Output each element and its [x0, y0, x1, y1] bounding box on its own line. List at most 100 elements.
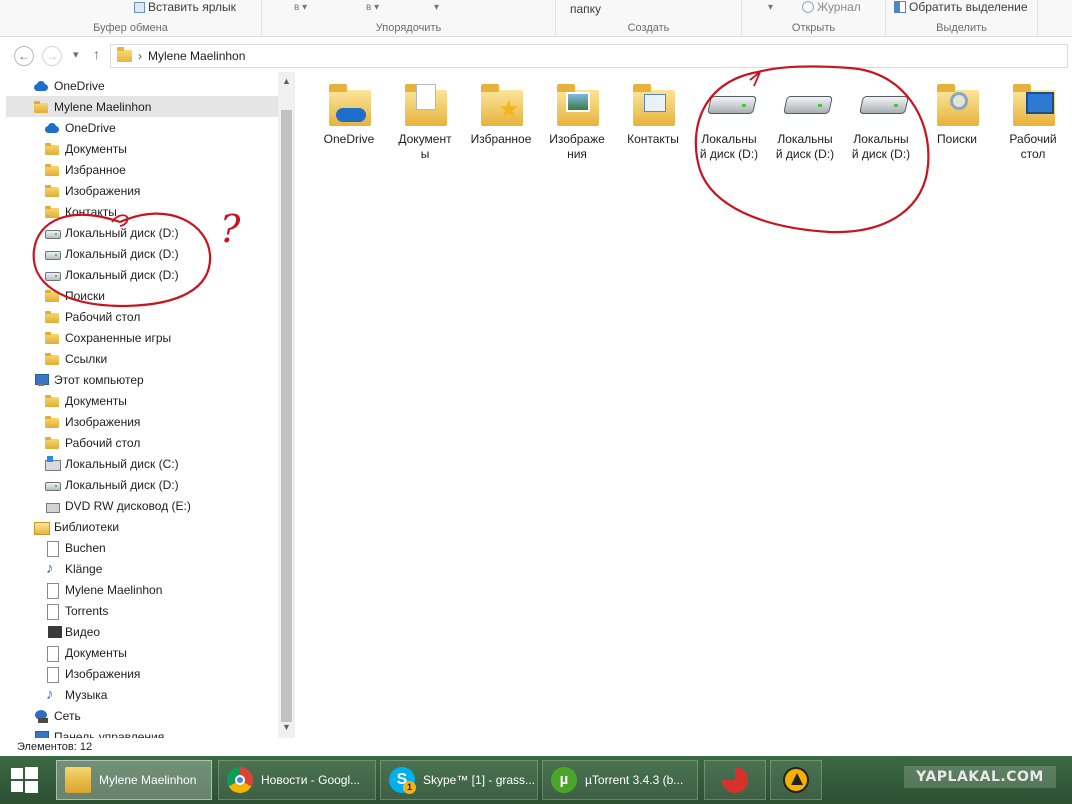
video-icon: [44, 624, 62, 640]
skype-icon: S 1: [389, 767, 416, 794]
nav-item-pc-documents[interactable]: Документы: [44, 390, 127, 411]
chrome-icon: [227, 767, 253, 793]
invert-selection-button[interactable]: Обратить выделение: [894, 0, 1028, 14]
windows-logo-icon: [11, 768, 23, 779]
ribbon-group-label-organize: Упорядочить: [375, 22, 442, 34]
nav-item-contacts[interactable]: Контакты: [44, 201, 117, 222]
nav-item-this-pc[interactable]: Этот компьютер: [33, 369, 144, 390]
taskbar: Mylene Maelinhon Новости - Googl... S 1 …: [0, 756, 1072, 804]
breadcrumb-item[interactable]: Mylene Maelinhon: [148, 49, 245, 63]
folder-icon: [44, 162, 60, 178]
nav-item-libraries[interactable]: Библиотеки: [33, 516, 119, 537]
user-folder-icon: [117, 47, 132, 62]
tile-local-disk-d-2[interactable]: Локальны й диск (D:): [767, 80, 843, 162]
nav-item-local-disk-d-3[interactable]: Локальный диск (D:): [44, 264, 179, 285]
nav-item-network[interactable]: Сеть: [33, 705, 81, 726]
tile-onedrive[interactable]: OneDrive: [311, 80, 387, 147]
nav-item-links[interactable]: Ссылки: [44, 348, 107, 369]
nav-item-documents[interactable]: Документы: [44, 138, 127, 159]
new-folder-button[interactable]: папку: [570, 2, 601, 16]
history-button[interactable]: Журнал: [802, 0, 861, 14]
drive-icon: [44, 246, 61, 262]
music-icon: [44, 686, 60, 703]
folder-icon: [44, 288, 60, 304]
taskbar-ccleaner[interactable]: [704, 760, 766, 800]
nav-item-saved-games[interactable]: Сохраненные игры: [44, 327, 171, 348]
open-dropdown-arrow[interactable]: ▾: [768, 2, 773, 13]
breadcrumb-separator[interactable]: ›: [138, 49, 142, 63]
pictures-folder-icon: [554, 80, 600, 130]
address-row: ← → ▾ ↑ › Mylene Maelinhon: [0, 42, 1072, 70]
paste-shortcut-button[interactable]: Вставить ярлык: [134, 0, 236, 14]
nav-item-local-disk-c[interactable]: Локальный диск (C:): [44, 453, 179, 474]
nav-item-pictures[interactable]: Изображения: [44, 180, 140, 201]
drive-icon: [706, 80, 752, 130]
taskbar-chrome[interactable]: Новости - Googl...: [218, 760, 376, 800]
taskbar-utorrent[interactable]: µ µTorrent 3.4.3 (b...: [542, 760, 698, 800]
document-icon: [44, 645, 60, 662]
nav-item-pc-local-disk-d[interactable]: Локальный диск (D:): [44, 474, 179, 495]
taskbar-aimp[interactable]: [770, 760, 822, 800]
back-button[interactable]: ←: [14, 46, 34, 66]
scroll-down-arrow[interactable]: ▼: [281, 722, 292, 734]
folder-icon: [44, 435, 60, 451]
nav-item-lib-klaenge[interactable]: Klänge: [44, 558, 102, 579]
nav-item-pc-pictures[interactable]: Изображения: [44, 411, 140, 432]
taskbar-explorer[interactable]: Mylene Maelinhon: [56, 760, 212, 800]
ribbon-group-create: папку Создать: [556, 0, 742, 37]
desktop-folder-icon: [1010, 80, 1056, 130]
start-button[interactable]: [8, 765, 44, 795]
tile-pictures[interactable]: Изображе ния: [539, 80, 615, 162]
scrollbar-thumb[interactable]: [281, 110, 292, 722]
explorer-window: Вставить ярлык Буфер обмена в ▾ в ▾ ▾ Уп…: [0, 0, 1072, 804]
tile-contacts[interactable]: Контакты: [615, 80, 691, 147]
nav-item-desktop[interactable]: Рабочий стол: [44, 306, 140, 327]
tile-favorites[interactable]: ★ Избранное: [463, 80, 539, 147]
nav-item-dvd-drive[interactable]: DVD RW дисковод (E:): [44, 495, 191, 516]
documents-folder-icon: [402, 80, 448, 130]
tile-desktop[interactable]: Рабочий стол: [995, 80, 1071, 162]
folder-icon: [44, 393, 60, 409]
nav-item-lib-pictures[interactable]: Изображения: [44, 663, 140, 684]
nav-item-lib-mylene[interactable]: Mylene Maelinhon: [44, 579, 162, 600]
folder-icon: [44, 351, 60, 367]
nav-item-searches[interactable]: Поиски: [44, 285, 105, 306]
nav-item-lib-buchen[interactable]: Buchen: [44, 537, 106, 558]
history-icon: [802, 1, 814, 13]
nav-item-favorites[interactable]: Избранное: [44, 159, 126, 180]
nav-item-lib-documents[interactable]: Документы: [44, 642, 127, 663]
scroll-up-arrow[interactable]: ▲: [281, 76, 292, 88]
nav-item-onedrive[interactable]: OneDrive: [33, 75, 105, 96]
recent-locations-button[interactable]: ▾: [73, 48, 79, 61]
nav-item-lib-music[interactable]: Музыка: [44, 684, 107, 705]
utorrent-icon: µ: [551, 767, 577, 793]
tile-searches[interactable]: Поиски: [919, 80, 995, 147]
watermark: YAPLAKAL.COM: [904, 766, 1056, 788]
delete-button[interactable]: ▾: [434, 2, 439, 13]
taskbar-skype[interactable]: S 1 Skype™ [1] - grass...: [380, 760, 538, 800]
nav-item-user-folder[interactable]: Mylene Maelinhon: [6, 96, 278, 117]
copy-to-button[interactable]: в ▾: [366, 2, 379, 13]
move-to-button[interactable]: в ▾: [294, 2, 307, 13]
tile-local-disk-d-1[interactable]: Локальны й диск (D:): [691, 80, 767, 162]
forward-button[interactable]: →: [42, 46, 62, 66]
ribbon-group-label-clipboard: Буфер обмена: [93, 22, 168, 34]
network-icon: [33, 708, 49, 724]
tile-documents[interactable]: Документ ы: [387, 80, 463, 162]
nav-item-control-panel[interactable]: Панель управления: [33, 726, 164, 738]
library-icon: [33, 519, 50, 535]
user-folder-icon: [33, 99, 49, 115]
nav-item-pc-desktop[interactable]: Рабочий стол: [44, 432, 140, 453]
ribbon-group-organize: в ▾ в ▾ ▾ Упорядочить: [262, 0, 556, 37]
nav-item-local-disk-d-1[interactable]: Локальный диск (D:): [44, 222, 179, 243]
up-button[interactable]: ↑: [93, 46, 100, 62]
nav-item-local-disk-d-2[interactable]: Локальный диск (D:): [44, 243, 179, 264]
address-bar[interactable]: › Mylene Maelinhon: [110, 44, 1068, 68]
favorites-folder-icon: ★: [478, 80, 524, 130]
nav-item-onedrive-sub[interactable]: OneDrive: [44, 117, 116, 138]
tile-local-disk-d-3[interactable]: Локальны й диск (D:): [843, 80, 919, 162]
nav-item-lib-video[interactable]: Видео: [44, 621, 100, 642]
nav-item-lib-torrents[interactable]: Torrents: [44, 600, 108, 621]
folder-icon: [44, 183, 60, 199]
navigation-scrollbar[interactable]: ▲ ▼: [278, 72, 295, 738]
